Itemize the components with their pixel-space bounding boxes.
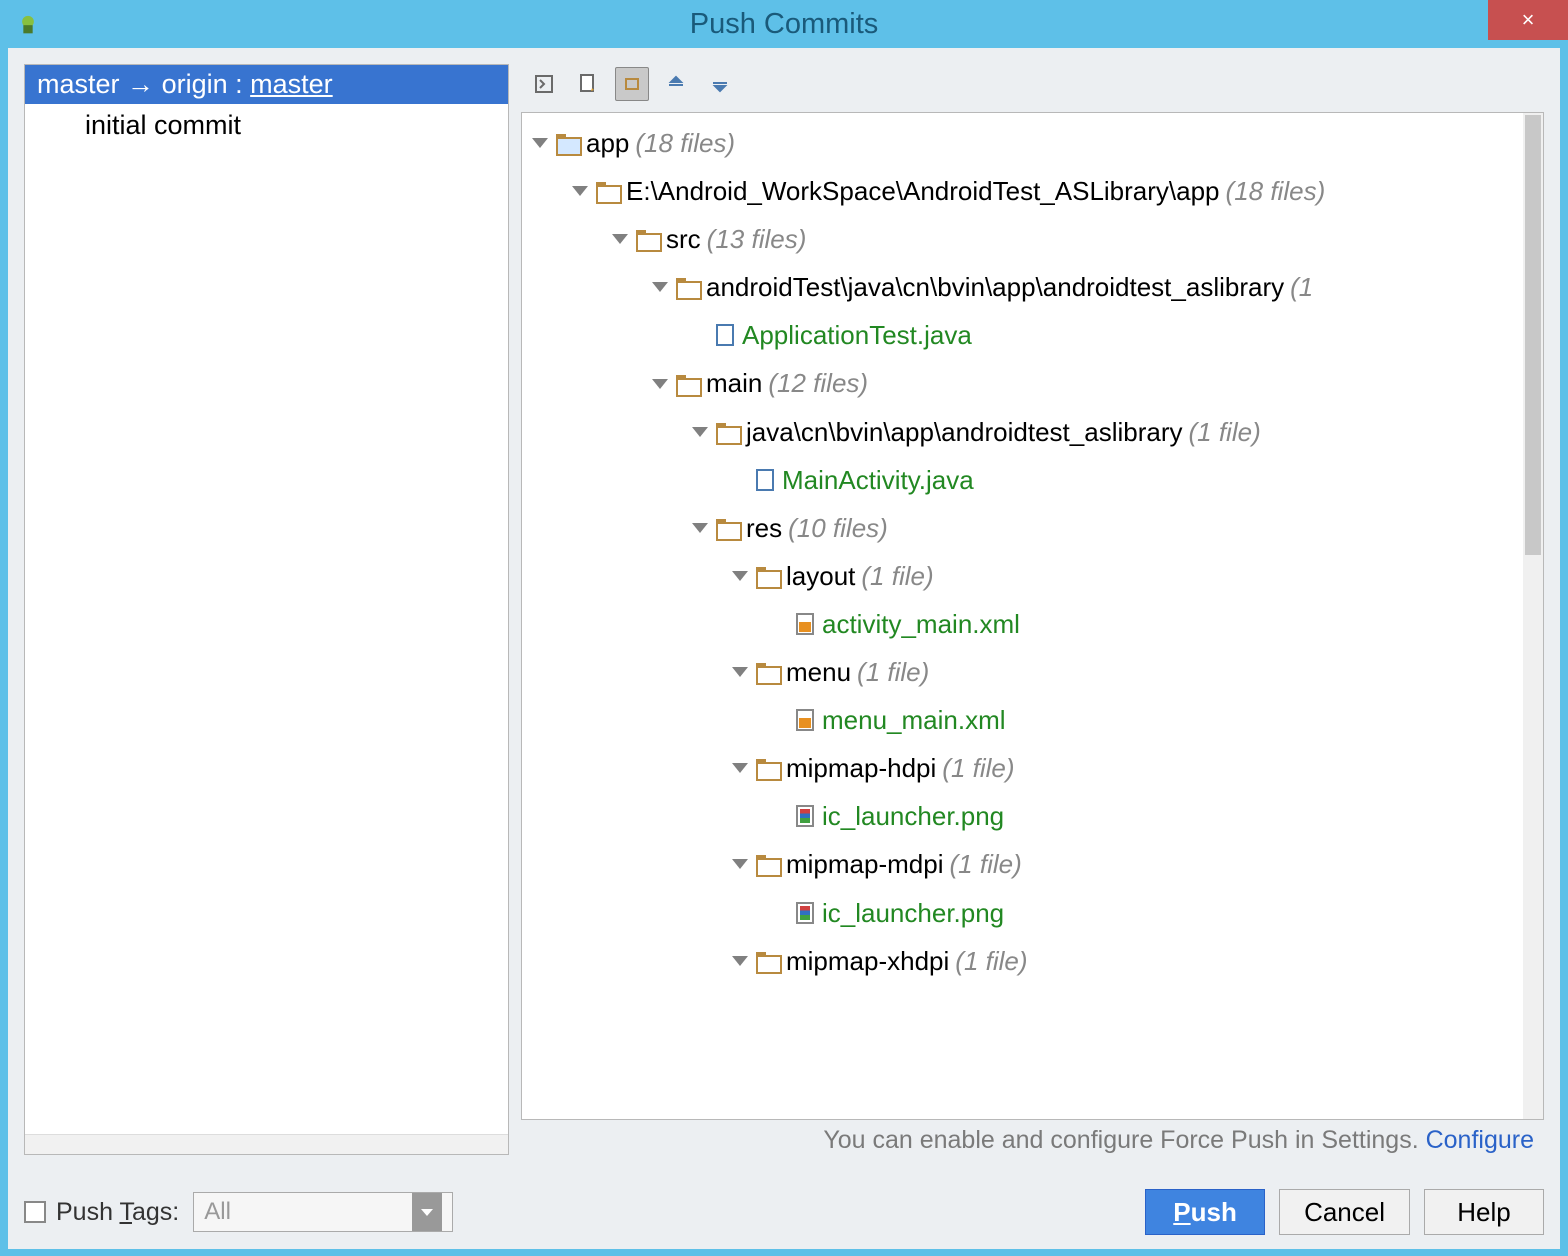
close-button[interactable]: × (1488, 0, 1568, 40)
java-file-icon (756, 469, 774, 491)
chevron-down-icon[interactable] (612, 234, 628, 244)
branch-row[interactable]: master → origin : master (25, 65, 508, 104)
chevron-down-icon[interactable] (692, 523, 708, 533)
scrollbar-vertical[interactable] (1523, 113, 1543, 1119)
chevron-down-icon[interactable] (532, 138, 548, 148)
folder-icon (756, 759, 778, 777)
tree-file-launcher-mdpi[interactable]: ic_launcher.png (526, 889, 1539, 937)
tree-file-applicationtest[interactable]: ApplicationTest.java (526, 311, 1539, 359)
tree-node-mipmap-mdpi[interactable]: mipmap-mdpi(1 file) (526, 840, 1539, 888)
folder-icon (676, 278, 698, 296)
chevron-down-icon[interactable] (572, 186, 588, 196)
tree-node-src[interactable]: src(13 files) (526, 215, 1539, 263)
tree-file-menumain[interactable]: menu_main.xml (526, 696, 1539, 744)
collapse-all-button[interactable] (703, 67, 737, 101)
folder-icon (756, 567, 778, 585)
java-file-icon (716, 324, 734, 346)
tree-file-mainactivity[interactable]: MainActivity.java (526, 456, 1539, 504)
folder-icon (636, 230, 658, 248)
edit-button[interactable] (571, 67, 605, 101)
tree-node-androidtest[interactable]: androidTest\java\cn\bvin\app\androidtest… (526, 263, 1539, 311)
scrollbar-horizontal[interactable] (25, 1134, 508, 1154)
xml-file-icon (796, 613, 814, 635)
chevron-down-icon[interactable] (692, 427, 708, 437)
chevron-down-icon[interactable] (732, 763, 748, 773)
image-file-icon (796, 805, 814, 827)
chevron-down-icon[interactable] (732, 956, 748, 966)
tree-node-main[interactable]: main(12 files) (526, 359, 1539, 407)
scrollbar-thumb[interactable] (1525, 115, 1541, 555)
group-by-button[interactable] (615, 67, 649, 101)
window-title: Push Commits (690, 8, 879, 41)
bottom-bar: Push Tags: All Push Cancel Help (24, 1189, 1544, 1235)
tree-file-activitymain[interactable]: activity_main.xml (526, 600, 1539, 648)
force-push-hint: You can enable and configure Force Push … (521, 1120, 1544, 1155)
local-branch: master (37, 69, 120, 99)
remote-name: origin (162, 69, 228, 99)
tree-node-path[interactable]: E:\Android_WorkSpace\AndroidTest_ASLibra… (526, 167, 1539, 215)
toolbar (521, 64, 1544, 104)
expand-all-button[interactable] (659, 67, 693, 101)
app-icon (14, 10, 42, 38)
target-branch[interactable]: master (250, 69, 333, 99)
chevron-down-icon[interactable] (652, 282, 668, 292)
tree-file-launcher-hdpi[interactable]: ic_launcher.png (526, 792, 1539, 840)
arrow-icon: → (127, 69, 154, 99)
window-body: master → origin : master initial commit … (8, 48, 1560, 1249)
show-diff-button[interactable] (527, 67, 561, 101)
commits-panel: master → origin : master initial commit (24, 64, 509, 1155)
commit-item[interactable]: initial commit (25, 104, 508, 147)
push-button[interactable]: Push (1145, 1189, 1265, 1235)
image-file-icon (796, 902, 814, 924)
chevron-down-icon[interactable] (732, 667, 748, 677)
push-tags-checkbox[interactable] (24, 1201, 46, 1223)
folder-icon (756, 952, 778, 970)
tree-node-java[interactable]: java\cn\bvin\app\androidtest_aslibrary(1… (526, 408, 1539, 456)
configure-link[interactable]: Configure (1426, 1126, 1534, 1154)
tree-node-res[interactable]: res(10 files) (526, 504, 1539, 552)
xml-file-icon (796, 709, 814, 731)
chevron-down-icon[interactable] (732, 571, 748, 581)
changes-panel: app(18 files) E:\Android_WorkSpace\Andro… (521, 64, 1544, 1155)
folder-icon (556, 134, 578, 152)
titlebar: Push Commits × (0, 0, 1568, 48)
folder-icon (596, 182, 618, 200)
help-button[interactable]: Help (1424, 1189, 1544, 1235)
cancel-button[interactable]: Cancel (1279, 1189, 1410, 1235)
tree-node-layout[interactable]: layout(1 file) (526, 552, 1539, 600)
tree-node-mipmap-hdpi[interactable]: mipmap-hdpi(1 file) (526, 744, 1539, 792)
folder-icon (676, 375, 698, 393)
chevron-down-icon[interactable] (732, 859, 748, 869)
tree-node-app[interactable]: app(18 files) (526, 119, 1539, 167)
folder-icon (756, 855, 778, 873)
push-tags-select[interactable]: All (193, 1192, 453, 1232)
folder-icon (716, 423, 738, 441)
file-tree[interactable]: app(18 files) E:\Android_WorkSpace\Andro… (521, 112, 1544, 1120)
tree-node-mipmap-xhdpi[interactable]: mipmap-xhdpi(1 file) (526, 937, 1539, 985)
push-tags-label: Push Tags: (56, 1198, 179, 1227)
chevron-down-icon[interactable] (652, 379, 668, 389)
folder-icon (716, 519, 738, 537)
dropdown-caret-icon[interactable] (412, 1193, 442, 1231)
folder-icon (756, 663, 778, 681)
tree-node-menu[interactable]: menu(1 file) (526, 648, 1539, 696)
